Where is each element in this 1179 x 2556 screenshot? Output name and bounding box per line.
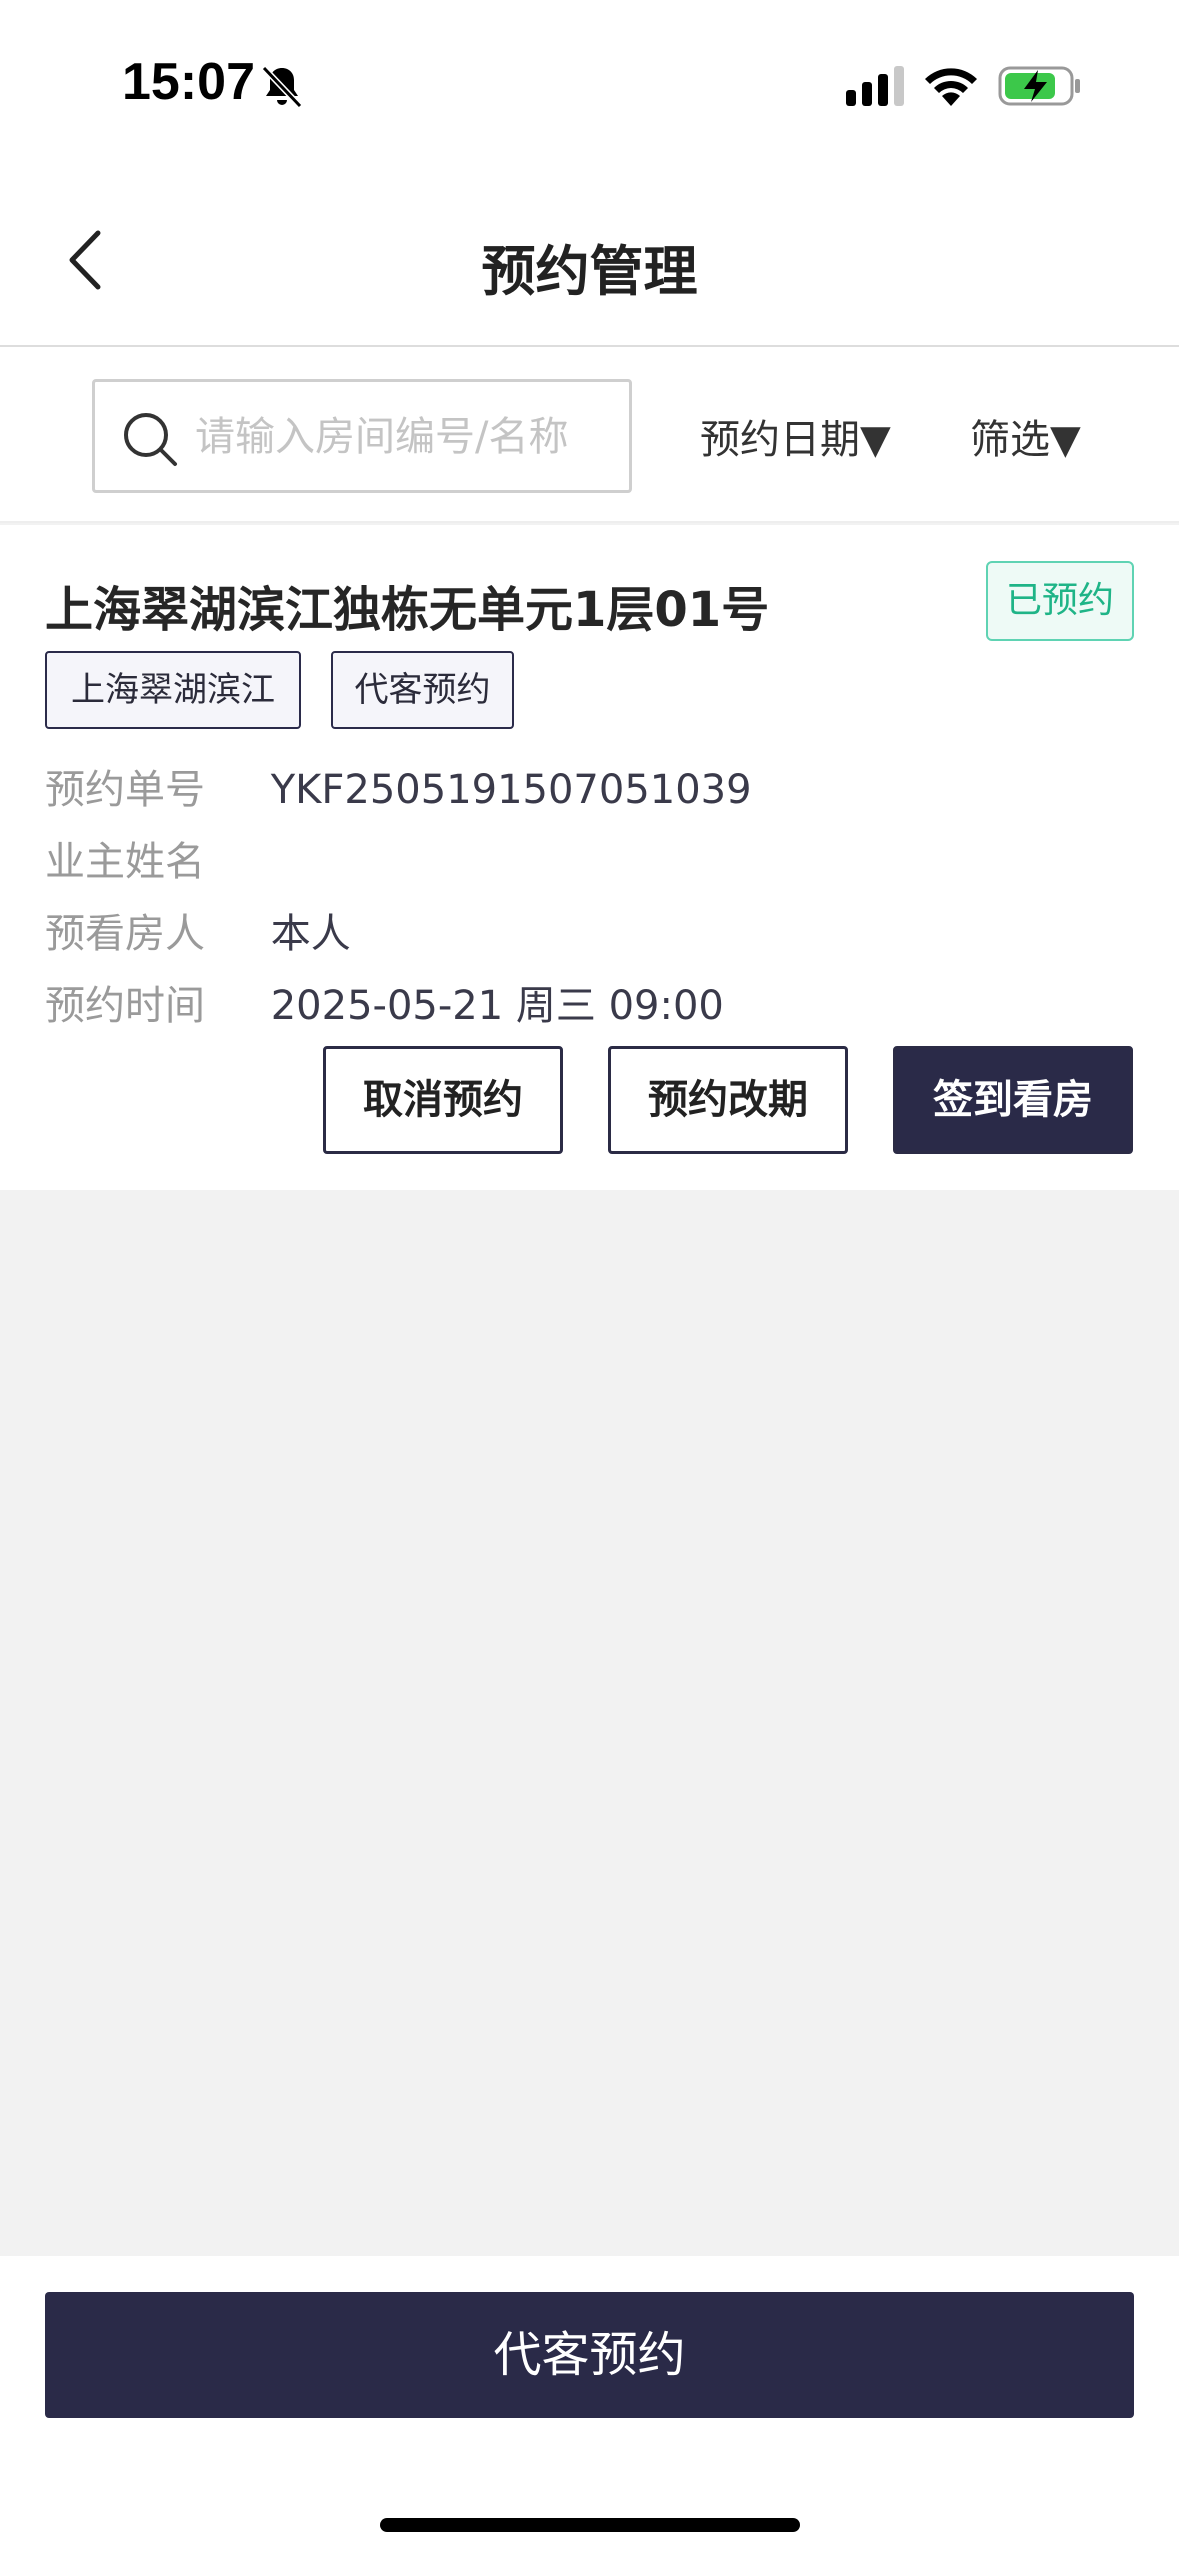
room-title: 上海翠湖滨江独栋无单元1层01号 [45, 582, 770, 638]
reschedule-button[interactable]: 预约改期 [608, 1046, 848, 1154]
viewer-value: 本人 [270, 911, 351, 957]
nav-bar: 预约管理 [0, 175, 1179, 347]
search-box[interactable] [92, 379, 632, 493]
status-time: 15:07 [122, 53, 255, 111]
info-label: 预约单号 [45, 767, 205, 813]
page-title: 预约管理 [481, 240, 698, 303]
info-label: 预约时间 [45, 983, 205, 1029]
info-label: 业主姓名 [45, 839, 205, 885]
appointment-card: 上海翠湖滨江独栋无单元1层01号 已预约 上海翠湖滨江 代客预约 预约单号 YK… [0, 525, 1179, 1190]
info-row-order-number: 预约单号 YKF2505191507051039 [45, 757, 752, 815]
wifi-icon [925, 68, 977, 106]
bottom-action-bar: 代客预约 [0, 2256, 1179, 2556]
checkin-view-button[interactable]: 签到看房 [893, 1046, 1133, 1154]
info-label: 预看房人 [45, 911, 205, 957]
agent-booking-button[interactable]: 代客预约 [45, 2292, 1134, 2418]
search-input[interactable] [195, 402, 615, 472]
search-icon [124, 413, 177, 466]
status-badge: 已预约 [986, 561, 1134, 641]
cancel-appointment-button[interactable]: 取消预约 [323, 1046, 563, 1154]
filter-dropdown[interactable]: 筛选▼ [970, 407, 1081, 465]
battery-charging-icon [998, 66, 1080, 106]
status-bar: 15:07 [0, 0, 1179, 175]
order-number-value: YKF2505191507051039 [270, 767, 752, 813]
cellular-signal-icon [846, 66, 904, 106]
info-row-viewer: 预看房人 本人 [45, 901, 351, 959]
appointment-time-value: 2025-05-21 周三 09:00 [270, 983, 724, 1029]
appointment-date-filter[interactable]: 预约日期▼ [700, 407, 891, 465]
search-filter-row: 预约日期▼ 筛选▼ [0, 347, 1179, 523]
info-row-owner-name: 业主姓名 [45, 829, 258, 887]
project-tag: 上海翠湖滨江 [45, 651, 301, 729]
bell-muted-icon [261, 65, 303, 109]
agent-booking-tag: 代客预约 [331, 651, 514, 729]
home-indicator[interactable] [380, 2518, 800, 2532]
info-row-appointment-time: 预约时间 2025-05-21 周三 09:00 [45, 973, 724, 1031]
